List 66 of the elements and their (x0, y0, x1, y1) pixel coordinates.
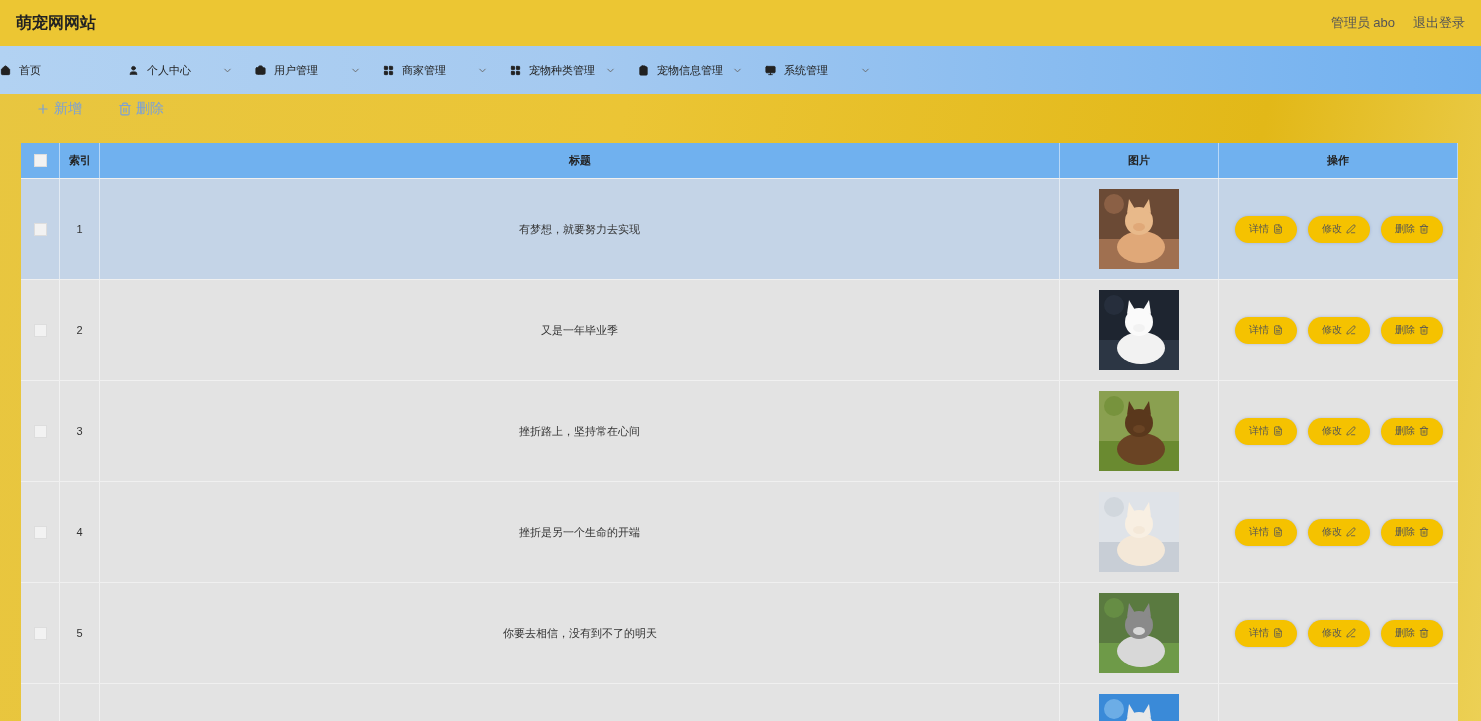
edit-button[interactable]: 修改 (1307, 518, 1370, 546)
pen-icon (1345, 325, 1356, 335)
pen-icon (1345, 224, 1356, 234)
edit-button[interactable]: 修改 (1307, 417, 1370, 445)
table-cell: 1 (76, 223, 83, 235)
delete-button[interactable]: 删除 (1380, 215, 1443, 243)
table-cell: 5 (76, 627, 83, 639)
clipboard-icon (637, 64, 649, 76)
checkbox[interactable] (33, 154, 47, 167)
checkbox[interactable] (33, 222, 47, 236)
nav-item[interactable]: 系统管理 (765, 62, 893, 78)
table-cell: 3 (76, 425, 83, 437)
table-cell: 4 (76, 526, 83, 538)
pen-icon (1345, 628, 1356, 638)
table-row[interactable]: 4 挫折是另一个生命的开端 详情 修改 删除 (21, 481, 1458, 582)
home-icon (0, 64, 11, 76)
document-icon (1272, 224, 1283, 234)
nav-item[interactable]: 用户管理 (255, 62, 383, 78)
trash-icon (1418, 628, 1429, 638)
pen-icon (1345, 527, 1356, 537)
logout-link[interactable]: 退出登录 (1413, 14, 1465, 32)
delete-button[interactable]: 删除 (1380, 417, 1443, 445)
delete-button[interactable]: 删除 (1380, 619, 1443, 647)
nav-item[interactable]: 首页 (0, 62, 128, 78)
table-row[interactable]: 1 有梦想，就要努力去实现 详情 修改 删除 (21, 178, 1458, 279)
nav-item[interactable]: 个人中心 (127, 62, 255, 78)
nav-item[interactable]: 宠物信息管理 (637, 62, 765, 78)
trash-icon (118, 102, 132, 116)
table-cell: 2 (76, 324, 83, 336)
user-role: 管理员 abo (1330, 14, 1395, 32)
monitor-icon (765, 64, 776, 76)
plus-icon (36, 102, 50, 116)
briefcase-icon (255, 64, 266, 76)
trash-icon (1418, 527, 1429, 537)
user-icon (127, 64, 139, 76)
table-row[interactable]: 3 挫折路上，坚持常在心间 详情 修改 删除 (21, 380, 1458, 481)
table-cell: 又是一年毕业季 (541, 322, 618, 338)
table-cell: 挫折是另一个生命的开端 (519, 524, 640, 540)
detail-button[interactable]: 详情 (1234, 316, 1297, 344)
grid-icon (382, 64, 394, 76)
pen-icon (1345, 426, 1356, 436)
edit-button[interactable]: 修改 (1307, 215, 1370, 243)
table-cell: 有梦想，就要努力去实现 (519, 221, 640, 237)
delete-button[interactable]: 删除 (1380, 518, 1443, 546)
trash-icon (1418, 325, 1429, 335)
document-icon (1272, 628, 1283, 638)
nav-item[interactable]: 商家管理 (382, 62, 510, 78)
table-row[interactable]: 2 又是一年毕业季 详情 修改 删除 (21, 279, 1458, 380)
detail-button[interactable]: 详情 (1234, 215, 1297, 243)
delete-button[interactable]: 删除 (1380, 316, 1443, 344)
detail-button[interactable]: 详情 (1234, 417, 1297, 445)
document-icon (1272, 527, 1283, 537)
edit-button[interactable]: 修改 (1307, 619, 1370, 647)
grid-icon (510, 64, 521, 76)
trash-icon (1418, 224, 1429, 234)
document-icon (1272, 426, 1283, 436)
nav-item[interactable]: 宠物种类管理 (510, 62, 638, 78)
table-cell: 你要去相信，没有到不了的明天 (502, 625, 657, 641)
detail-button[interactable]: 详情 (1234, 619, 1297, 647)
table-row[interactable]: 5 你要去相信，没有到不了的明天 详情 修改 删除 (21, 582, 1458, 683)
site-title: 萌宠网网站 (16, 12, 96, 33)
detail-button[interactable]: 详情 (1234, 518, 1297, 546)
edit-button[interactable]: 修改 (1307, 316, 1370, 344)
trash-icon (1418, 426, 1429, 436)
table-cell: 挫折路上，坚持常在心间 (519, 423, 640, 439)
document-icon (1272, 325, 1283, 335)
